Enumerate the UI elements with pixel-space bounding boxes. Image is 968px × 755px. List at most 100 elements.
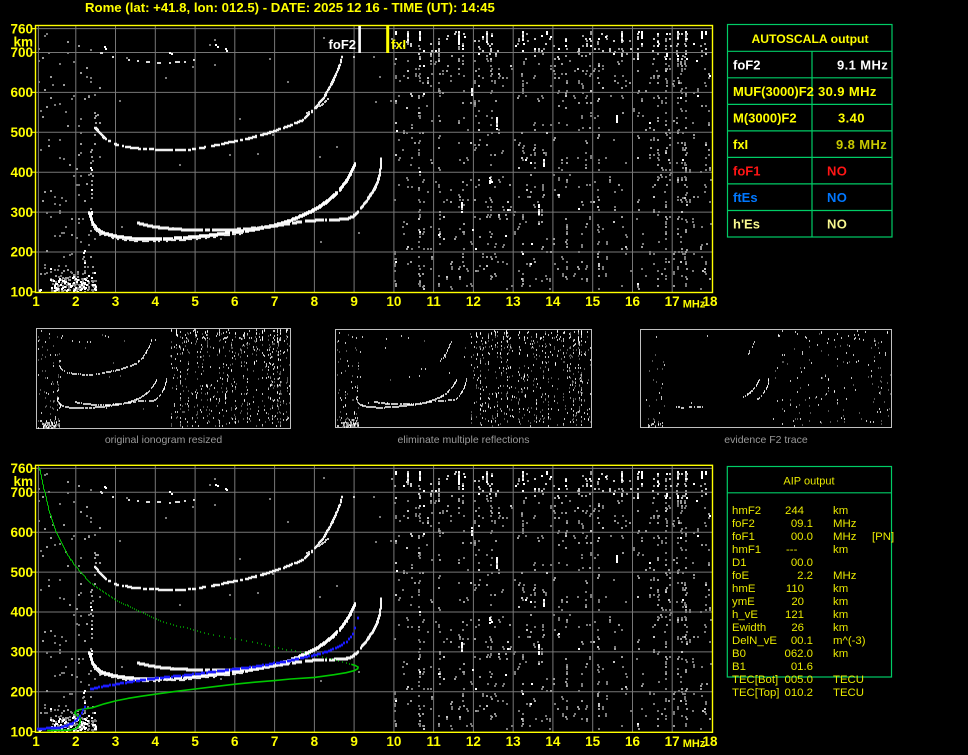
svg-text:00.0: 00.0 [791, 557, 813, 569]
svg-text:ymE: ymE [732, 596, 755, 608]
svg-text:00.0: 00.0 [791, 531, 813, 543]
svg-text:km: km [833, 609, 848, 621]
svg-text:AUTOSCALA output: AUTOSCALA output [751, 32, 868, 46]
svg-text:30.9 MHz: 30.9 MHz [818, 84, 877, 99]
svg-text:15: 15 [585, 294, 601, 309]
svg-text:3: 3 [112, 734, 120, 749]
svg-text:fxI: fxI [733, 137, 748, 152]
svg-text:evidence F2 trace: evidence F2 trace [724, 434, 808, 446]
svg-text:3: 3 [112, 294, 120, 309]
svg-text:09.1: 09.1 [791, 518, 813, 530]
svg-text:700: 700 [10, 485, 33, 500]
svg-text:500: 500 [10, 125, 33, 140]
svg-text:Ewidth: Ewidth [732, 622, 766, 634]
svg-text:16: 16 [625, 734, 641, 749]
svg-text:foF1: foF1 [733, 164, 760, 179]
svg-text:17: 17 [665, 734, 680, 749]
svg-text:km: km [833, 648, 848, 660]
svg-text:005.0: 005.0 [784, 674, 813, 686]
svg-text:700: 700 [10, 45, 33, 60]
svg-text:100: 100 [10, 285, 33, 300]
svg-text:20: 20 [791, 596, 804, 608]
svg-text:h'Es: h'Es [733, 217, 760, 232]
svg-text:2: 2 [72, 294, 80, 309]
svg-text:1: 1 [32, 294, 40, 309]
svg-text:5: 5 [191, 294, 199, 309]
svg-text:5: 5 [191, 734, 199, 749]
svg-text:hmF1: hmF1 [732, 544, 761, 556]
svg-text:hmF2: hmF2 [732, 505, 761, 517]
svg-text:ftEs: ftEs [733, 190, 758, 205]
svg-text:600: 600 [10, 85, 33, 100]
svg-text:10: 10 [386, 294, 401, 309]
svg-text:D1: D1 [732, 557, 747, 569]
svg-text:7: 7 [271, 734, 279, 749]
svg-text:2: 2 [72, 734, 80, 749]
svg-text:hmE: hmE [732, 583, 756, 595]
svg-text:12: 12 [466, 734, 481, 749]
svg-text:foE: foE [732, 570, 749, 582]
svg-text:8: 8 [311, 294, 319, 309]
svg-text:14: 14 [545, 734, 561, 749]
svg-text:14: 14 [545, 294, 561, 309]
svg-text:MHz: MHz [833, 518, 857, 530]
svg-text:m^(-3): m^(-3) [833, 635, 866, 647]
svg-text:foF2: foF2 [733, 57, 760, 72]
svg-text:km: km [833, 596, 848, 608]
svg-text:9.1 MHz: 9.1 MHz [837, 57, 888, 72]
svg-text:TECU: TECU [833, 687, 864, 699]
svg-text:TECU: TECU [833, 674, 864, 686]
svg-text:300: 300 [10, 205, 33, 220]
svg-text:17: 17 [665, 294, 680, 309]
svg-text:km: km [833, 505, 848, 517]
svg-text:11: 11 [426, 294, 441, 309]
svg-text:foF2: foF2 [732, 518, 755, 530]
svg-text:11: 11 [426, 734, 441, 749]
svg-text:TEC[Bot]: TEC[Bot] [732, 674, 778, 686]
svg-text:DelN_vE: DelN_vE [732, 635, 777, 647]
svg-text:MHz: MHz [683, 298, 706, 310]
svg-text:13: 13 [506, 294, 522, 309]
svg-text:foF1: foF1 [732, 531, 755, 543]
svg-text:1: 1 [32, 734, 40, 749]
svg-text:M(3000)F2: M(3000)F2 [733, 110, 797, 125]
svg-text:00.1: 00.1 [791, 635, 813, 647]
svg-text:01.6: 01.6 [791, 661, 813, 673]
svg-text:MHz: MHz [683, 738, 706, 750]
svg-text:km: km [833, 544, 848, 556]
svg-text:244: 244 [785, 505, 804, 517]
svg-text:9.8 MHz: 9.8 MHz [836, 137, 887, 152]
svg-text:4: 4 [152, 294, 160, 309]
svg-text:h_vE: h_vE [732, 609, 758, 621]
svg-text:010.2: 010.2 [784, 687, 813, 699]
svg-text:13: 13 [506, 734, 522, 749]
svg-text:600: 600 [10, 525, 33, 540]
svg-text:6: 6 [231, 294, 239, 309]
svg-text:6: 6 [231, 734, 239, 749]
svg-text:100: 100 [10, 724, 33, 739]
svg-text:10: 10 [386, 734, 401, 749]
svg-text:TEC[Top]: TEC[Top] [732, 687, 779, 699]
svg-text:B1: B1 [732, 661, 746, 673]
svg-text:NO: NO [827, 164, 847, 179]
svg-text:062.0: 062.0 [784, 648, 813, 660]
svg-text:AIP output: AIP output [783, 476, 834, 488]
svg-text:km: km [833, 583, 848, 595]
svg-text:121: 121 [785, 609, 804, 621]
svg-text:200: 200 [10, 245, 33, 260]
svg-text:MHz: MHz [833, 531, 857, 543]
svg-text:km: km [833, 622, 848, 634]
svg-text:110: 110 [786, 583, 804, 595]
svg-text:eliminate multiple reflections: eliminate multiple reflections [398, 434, 530, 446]
svg-text:NO: NO [827, 217, 847, 232]
svg-text:26: 26 [791, 622, 804, 634]
svg-text:300: 300 [10, 645, 33, 660]
svg-text:15: 15 [585, 734, 601, 749]
svg-text:Rome (lat: +41.8, lon: 012.5): Rome (lat: +41.8, lon: 012.5) - DATE: 20… [85, 0, 495, 15]
svg-text:original ionogram resized: original ionogram resized [105, 434, 222, 446]
svg-text:fxI: fxI [391, 37, 406, 52]
svg-text:[PN]: [PN] [872, 531, 894, 543]
svg-text:NO: NO [827, 190, 847, 205]
svg-text:4: 4 [152, 734, 160, 749]
svg-text:MHz: MHz [833, 570, 857, 582]
